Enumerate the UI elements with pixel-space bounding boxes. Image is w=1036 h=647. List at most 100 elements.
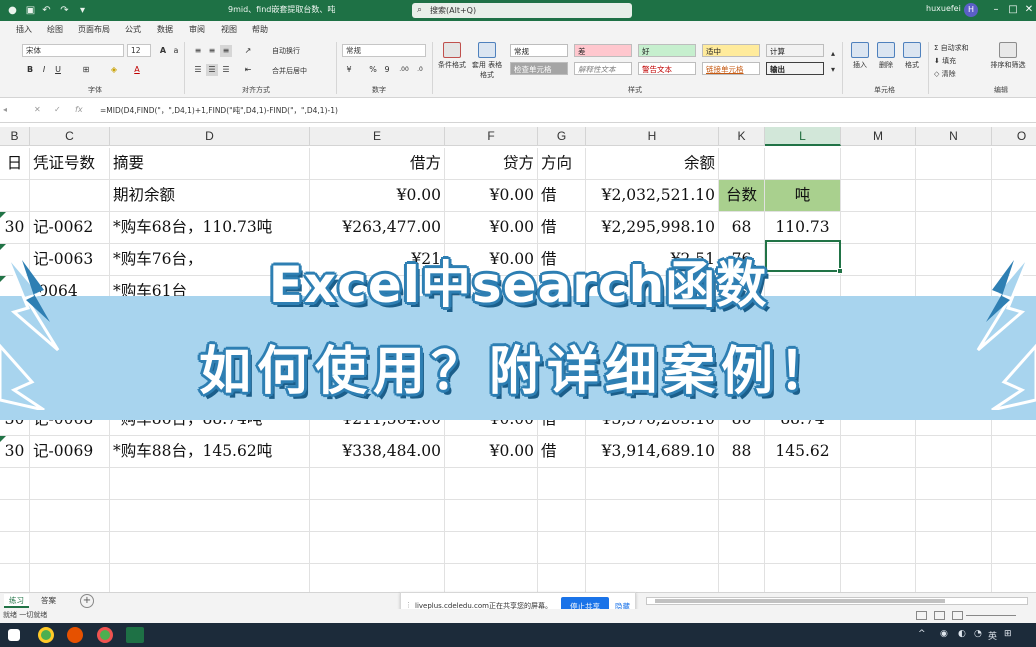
fill-color-icon[interactable]: ◈ — [108, 64, 120, 76]
cell-empty[interactable] — [992, 372, 1036, 404]
cell-n[interactable] — [916, 212, 992, 244]
cell-empty[interactable] — [0, 500, 30, 532]
style-linked-cell[interactable]: 链接单元格 — [702, 62, 760, 75]
enter-icon[interactable]: ✓ — [54, 105, 61, 114]
cell-empty[interactable] — [30, 532, 110, 564]
cell-o[interactable] — [992, 244, 1036, 276]
column-header[interactable]: K — [719, 127, 765, 146]
style-explanatory[interactable]: 解释性文本 — [574, 62, 632, 75]
customize-quick-access-icon[interactable]: ▾ — [76, 4, 89, 17]
decrease-decimal-icon[interactable]: .0 — [414, 64, 426, 76]
font-size-select[interactable]: 12 — [127, 44, 151, 57]
cell-empty[interactable] — [719, 340, 765, 372]
cell-o[interactable] — [992, 148, 1036, 180]
cell-empty[interactable] — [110, 532, 310, 564]
border-icon[interactable]: ⊞ — [80, 64, 92, 76]
cell-h[interactable]: ¥3,914,689.10 — [586, 436, 719, 468]
tray-up-icon[interactable]: ^ — [918, 629, 926, 639]
cell-b[interactable] — [0, 180, 30, 212]
merge-center-button[interactable]: 合并后居中 — [272, 66, 307, 76]
cell-g[interactable]: 方向 — [538, 148, 586, 180]
cell-m[interactable] — [841, 180, 916, 212]
cell-empty[interactable] — [586, 340, 719, 372]
drag-handle-icon[interactable]: ⋮ — [405, 601, 412, 609]
column-header[interactable]: F — [445, 127, 538, 146]
cell-empty[interactable] — [765, 564, 841, 592]
cell-empty[interactable] — [719, 500, 765, 532]
cell-n[interactable] — [916, 404, 992, 436]
cell-empty[interactable] — [310, 532, 445, 564]
cell-h[interactable]: ¥2,51 — [586, 244, 719, 276]
cell-empty[interactable] — [110, 372, 310, 404]
cell-l[interactable]: 吨 — [765, 180, 841, 212]
maximize-icon[interactable]: □ — [1005, 2, 1021, 18]
italic-button[interactable]: I — [39, 64, 49, 76]
cell-d[interactable]: *购车68台，110.73吨 — [110, 212, 310, 244]
cell-empty[interactable] — [110, 468, 310, 500]
excel-icon[interactable] — [126, 627, 144, 643]
cell-empty[interactable] — [110, 500, 310, 532]
cell-empty[interactable] — [538, 372, 586, 404]
cell-empty[interactable] — [445, 468, 538, 500]
cell-empty[interactable] — [0, 372, 30, 404]
cell-empty[interactable] — [538, 468, 586, 500]
scrollbar-thumb[interactable] — [655, 599, 945, 603]
cell-empty[interactable] — [916, 532, 992, 564]
mic-icon[interactable]: ◉ — [940, 629, 948, 639]
cell-empty[interactable] — [538, 500, 586, 532]
cell-empty[interactable] — [310, 340, 445, 372]
cell-empty[interactable] — [765, 308, 841, 340]
bold-button[interactable]: B — [25, 64, 35, 76]
chrome-icon[interactable] — [38, 627, 54, 643]
cell-n[interactable] — [916, 148, 992, 180]
cell-empty[interactable] — [841, 308, 916, 340]
add-sheet-icon[interactable]: + — [80, 594, 94, 608]
cell-e[interactable]: ¥263,477.00 — [310, 212, 445, 244]
align-right-icon[interactable]: ☰ — [220, 64, 232, 76]
cell-o[interactable] — [992, 276, 1036, 308]
cell-empty[interactable] — [916, 308, 992, 340]
styles-scroll-up-icon[interactable]: ▴ — [828, 48, 838, 60]
cell-f[interactable]: ¥0.00 — [445, 180, 538, 212]
tab-draw[interactable]: 绘图 — [47, 24, 63, 35]
cell-n[interactable] — [916, 244, 992, 276]
cell-empty[interactable] — [110, 564, 310, 592]
column-header[interactable]: O — [992, 127, 1036, 146]
cell-empty[interactable] — [110, 308, 310, 340]
cell-e[interactable]: ¥0.00 — [310, 180, 445, 212]
cell-empty[interactable] — [30, 308, 110, 340]
tab-view[interactable]: 视图 — [221, 24, 237, 35]
cell-m[interactable] — [841, 436, 916, 468]
undo-icon[interactable]: ↶ — [40, 4, 53, 17]
cell-b[interactable]: 30 — [0, 436, 30, 468]
cell-l[interactable]: 145.62 — [765, 436, 841, 468]
column-header-selected[interactable]: L — [765, 127, 841, 146]
cell-m[interactable] — [841, 148, 916, 180]
sheet-tab-answer[interactable]: 答案 — [36, 594, 61, 608]
column-header[interactable]: N — [916, 127, 992, 146]
cell-empty[interactable] — [310, 468, 445, 500]
cell-empty[interactable] — [538, 308, 586, 340]
cell-d[interactable]: *购车88台，145.62吨 — [110, 436, 310, 468]
style-output[interactable]: 输出 — [766, 62, 824, 75]
align-left-icon[interactable]: ☰ — [192, 64, 204, 76]
cell-n[interactable] — [916, 180, 992, 212]
tab-page-layout[interactable]: 页面布局 — [78, 24, 110, 35]
cell-k[interactable] — [719, 148, 765, 180]
cell-b[interactable]: 30 — [0, 212, 30, 244]
style-bad[interactable]: 差 — [574, 44, 632, 57]
cell-g[interactable]: 借 — [538, 404, 586, 436]
cell-empty[interactable] — [992, 500, 1036, 532]
cell-empty[interactable] — [992, 532, 1036, 564]
save-icon[interactable]: ▣ — [24, 4, 37, 17]
cell-l[interactable] — [765, 148, 841, 180]
column-header[interactable]: D — [110, 127, 310, 146]
cell-empty[interactable] — [110, 340, 310, 372]
cell-empty[interactable] — [445, 500, 538, 532]
cell-g[interactable]: 借 — [538, 244, 586, 276]
cell-c[interactable]: 记-0068 — [30, 404, 110, 436]
cell-g[interactable]: 借 — [538, 436, 586, 468]
cell-b[interactable] — [0, 276, 30, 308]
cell-d[interactable]: 摘要 — [110, 148, 310, 180]
cell-c[interactable] — [30, 180, 110, 212]
